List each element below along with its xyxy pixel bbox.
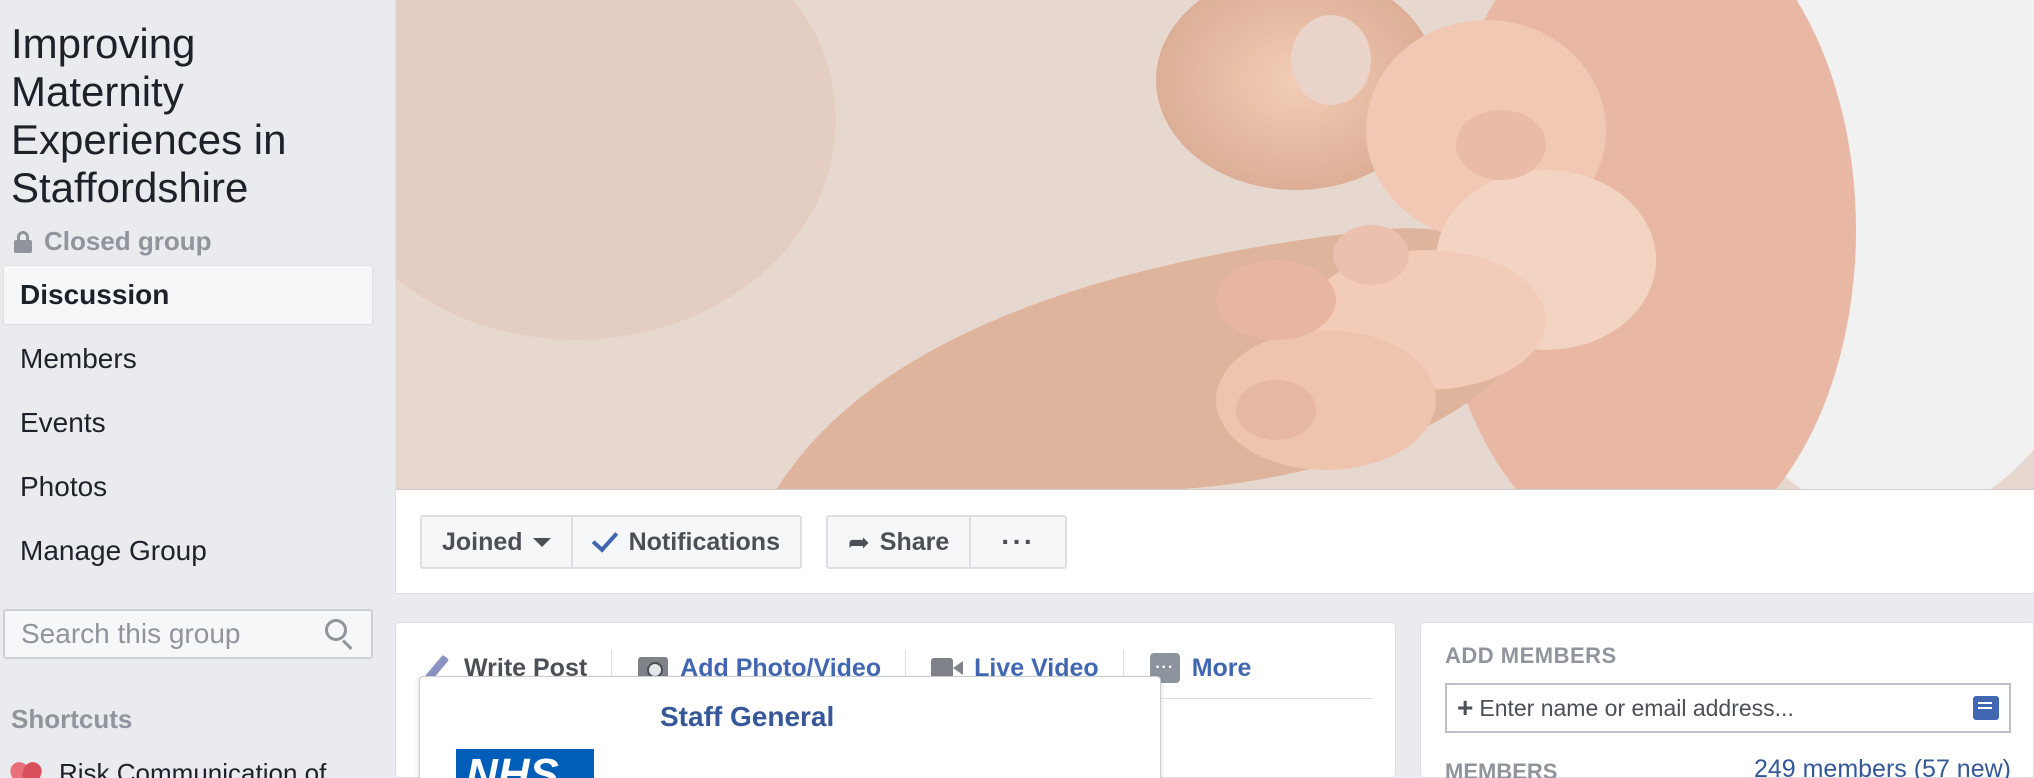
- notifications-button[interactable]: Notifications: [573, 517, 800, 567]
- joined-label: Joined: [442, 527, 523, 556]
- more-dots-icon: ···: [1001, 526, 1036, 557]
- share-button-group: ➦ Share ···: [825, 515, 1068, 569]
- note-icon[interactable]: [1973, 696, 1999, 720]
- lock-icon: [14, 230, 32, 253]
- left-sidebar: Improving Maternity Experiences in Staff…: [0, 0, 395, 778]
- group-hovercard: Staff General NHS: [419, 676, 1161, 778]
- cover-photo-art: [396, 0, 2034, 489]
- shortcut-label: Risk Communication of: [59, 758, 327, 778]
- nav-item-manage-group[interactable]: Manage Group: [3, 521, 373, 581]
- members-heading: MEMBERS: [1445, 759, 1558, 778]
- group-title[interactable]: Improving Maternity Experiences in Staff…: [11, 20, 371, 212]
- members-panel: ADD MEMBERS + MEMBERS 249 members (57 ne…: [1420, 622, 2034, 778]
- nav-item-discussion[interactable]: Discussion: [3, 265, 373, 325]
- nhs-logo: NHS: [456, 749, 594, 778]
- notifications-label: Notifications: [628, 527, 780, 556]
- nav-item-members[interactable]: Members: [3, 329, 373, 389]
- nav-item-events[interactable]: Events: [3, 393, 373, 453]
- cover-panel: Joined Notifications ➦ Share ···: [395, 0, 2034, 594]
- privacy-label: Closed group: [44, 226, 212, 256]
- add-members-heading: ADD MEMBERS: [1445, 643, 1617, 668]
- heart-icon: [7, 759, 45, 778]
- search-icon[interactable]: [325, 619, 355, 651]
- plus-icon: +: [1457, 692, 1474, 723]
- share-button[interactable]: ➦ Share: [828, 517, 972, 567]
- nav-item-photos[interactable]: Photos: [3, 457, 373, 517]
- cover-photo[interactable]: [396, 0, 2034, 490]
- group-nav: Discussion Members Events Photos Manage …: [3, 265, 373, 585]
- check-icon: [591, 525, 618, 553]
- shortcut-item[interactable]: Risk Communication of: [7, 758, 327, 778]
- group-privacy: Closed group: [14, 226, 212, 257]
- hovercard-title[interactable]: Staff General: [660, 701, 834, 733]
- share-label: Share: [879, 527, 950, 556]
- group-search: [3, 609, 373, 659]
- share-arrow-icon: ➦: [847, 526, 870, 557]
- members-count-link[interactable]: 249 members (57 new): [1754, 755, 2011, 778]
- more-label: More: [1191, 653, 1252, 682]
- add-member-field: +: [1445, 683, 2011, 733]
- membership-button-group: Joined Notifications: [420, 515, 802, 569]
- add-member-input[interactable]: [1479, 694, 1973, 722]
- caret-down-icon: [532, 537, 551, 547]
- group-search-input[interactable]: [21, 618, 311, 650]
- more-options-button[interactable]: ···: [971, 517, 1065, 567]
- joined-button[interactable]: Joined: [422, 517, 573, 567]
- group-action-bar: Joined Notifications ➦ Share ···: [420, 515, 1091, 569]
- shortcuts-heading: Shortcuts: [11, 704, 133, 734]
